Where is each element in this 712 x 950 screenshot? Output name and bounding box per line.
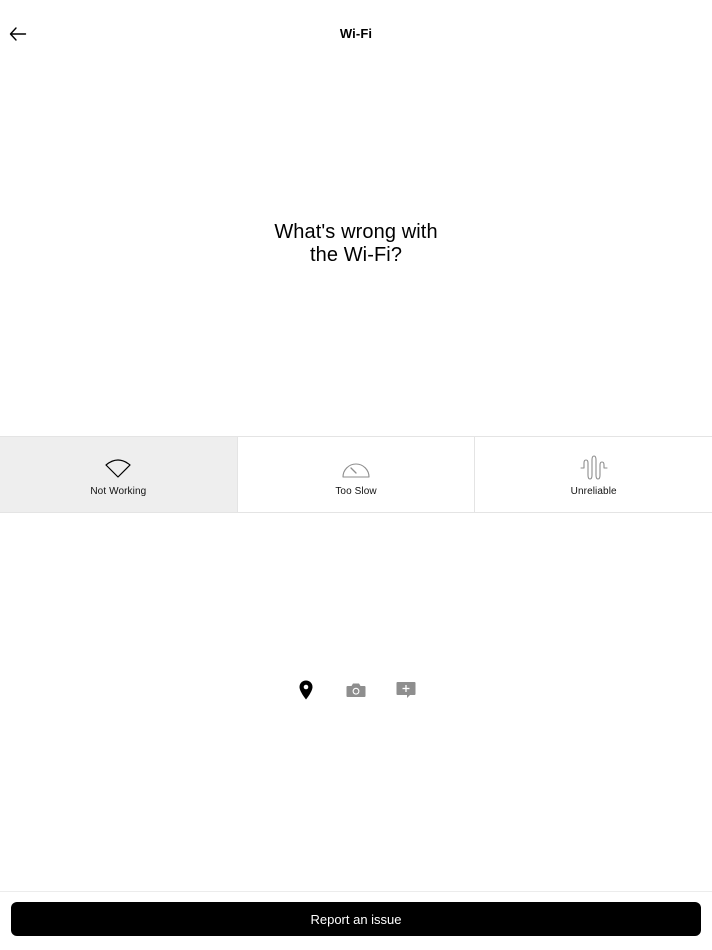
report-issue-button[interactable]: Report an issue: [11, 902, 701, 936]
option-too-slow[interactable]: Too Slow: [236, 437, 475, 512]
option-label: Not Working: [90, 486, 147, 497]
wifi-icon: [104, 455, 132, 481]
camera-icon: [346, 683, 366, 697]
option-label: Unreliable: [570, 486, 617, 497]
page-title: Wi-Fi: [339, 26, 373, 41]
attachment-actions: [0, 678, 712, 702]
speedometer-icon: [341, 455, 371, 481]
location-pin-icon: [299, 680, 313, 700]
question-heading: What's wrong with the Wi-Fi?: [0, 221, 712, 267]
add-location-button[interactable]: [294, 678, 318, 702]
footer-divider: [0, 891, 712, 892]
option-label: Too Slow: [335, 486, 377, 497]
option-not-working[interactable]: Not Working: [0, 437, 237, 512]
question-line-2: the Wi-Fi?: [309, 244, 403, 266]
wifi-report-screen: Wi-Fi What's wrong with the Wi-Fi? Not W…: [0, 0, 712, 950]
option-unreliable[interactable]: Unreliable: [474, 437, 712, 512]
header: Wi-Fi: [0, 0, 712, 68]
issue-options: Not Working Too Slow Unreliable: [0, 436, 712, 513]
add-comment-icon: [396, 682, 416, 698]
add-comment-button[interactable]: [394, 678, 418, 702]
question-line-1: What's wrong with: [274, 221, 438, 243]
signal-wave-icon: [580, 455, 608, 481]
add-photo-button[interactable]: [344, 678, 368, 702]
